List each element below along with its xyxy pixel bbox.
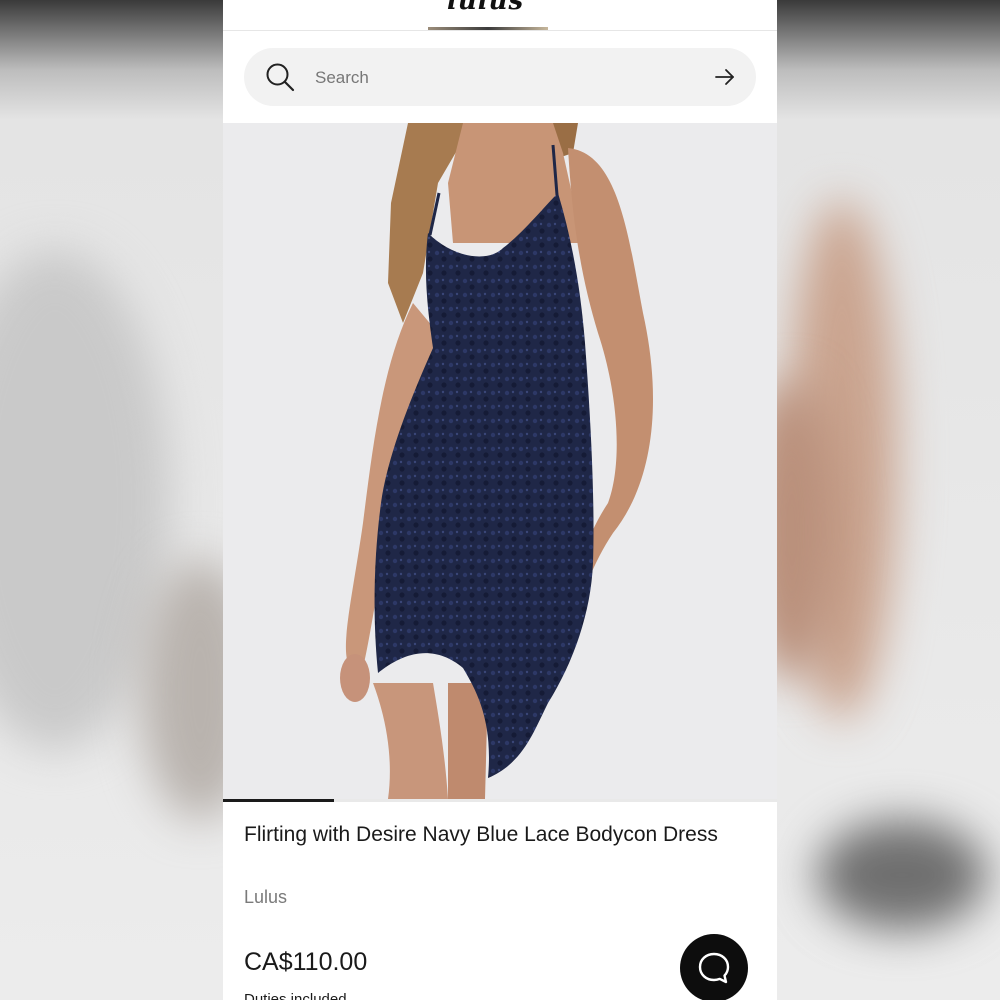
header-banner-strip bbox=[428, 27, 548, 30]
site-logo[interactable]: lulus bbox=[447, 0, 524, 16]
dress-model-illustration bbox=[340, 123, 653, 799]
duties-note: Duties included bbox=[244, 991, 347, 1000]
image-carousel-progress-fill bbox=[223, 799, 334, 802]
image-carousel-progress bbox=[223, 799, 777, 802]
product-brand[interactable]: Lulus bbox=[244, 887, 287, 908]
product-title: Flirting with Desire Navy Blue Lace Body… bbox=[244, 823, 718, 846]
arrow-right-icon[interactable] bbox=[714, 66, 736, 88]
search-icon[interactable] bbox=[265, 62, 295, 92]
top-bar: lulus bbox=[223, 0, 777, 31]
chat-bubble-icon bbox=[698, 952, 730, 984]
blurred-background-left bbox=[0, 0, 223, 1000]
product-price: CA$110.00 bbox=[244, 948, 368, 976]
product-image[interactable] bbox=[223, 123, 777, 799]
search-input[interactable] bbox=[313, 64, 697, 92]
mobile-page: lulus Search Flirting with Desire Navy B… bbox=[223, 0, 777, 1000]
blurred-background-right bbox=[777, 0, 1000, 1000]
search-bar[interactable] bbox=[244, 48, 756, 106]
chat-button[interactable] bbox=[680, 934, 748, 1000]
